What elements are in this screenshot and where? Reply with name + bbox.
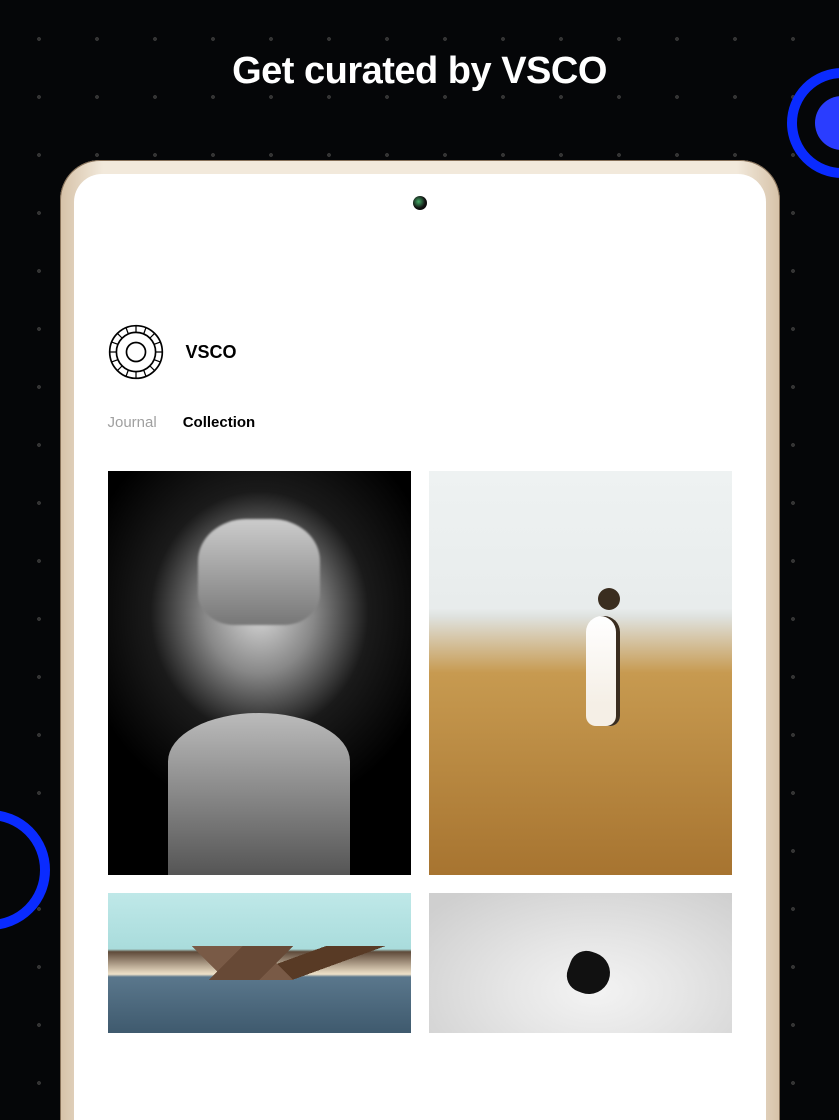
collection-grid bbox=[98, 431, 742, 1033]
tab-journal[interactable]: Journal bbox=[108, 414, 157, 431]
collection-tile[interactable] bbox=[429, 471, 732, 875]
profile-tabs: Journal Collection bbox=[98, 380, 742, 431]
collection-tile[interactable] bbox=[108, 471, 411, 875]
collection-tile[interactable] bbox=[108, 893, 411, 1033]
tab-collection[interactable]: Collection bbox=[183, 414, 256, 431]
collection-tile[interactable] bbox=[429, 893, 732, 1033]
profile-header: VSCO bbox=[98, 234, 742, 380]
device-camera bbox=[413, 196, 427, 210]
vsco-logo-icon bbox=[108, 324, 164, 380]
promo-headline: Get curated by VSCO bbox=[0, 0, 839, 93]
device-frame: VSCO Journal Collection bbox=[60, 160, 780, 1120]
device-bezel: VSCO Journal Collection bbox=[74, 174, 766, 1120]
app-screen: VSCO Journal Collection bbox=[98, 234, 742, 1120]
profile-name: VSCO bbox=[186, 342, 237, 363]
